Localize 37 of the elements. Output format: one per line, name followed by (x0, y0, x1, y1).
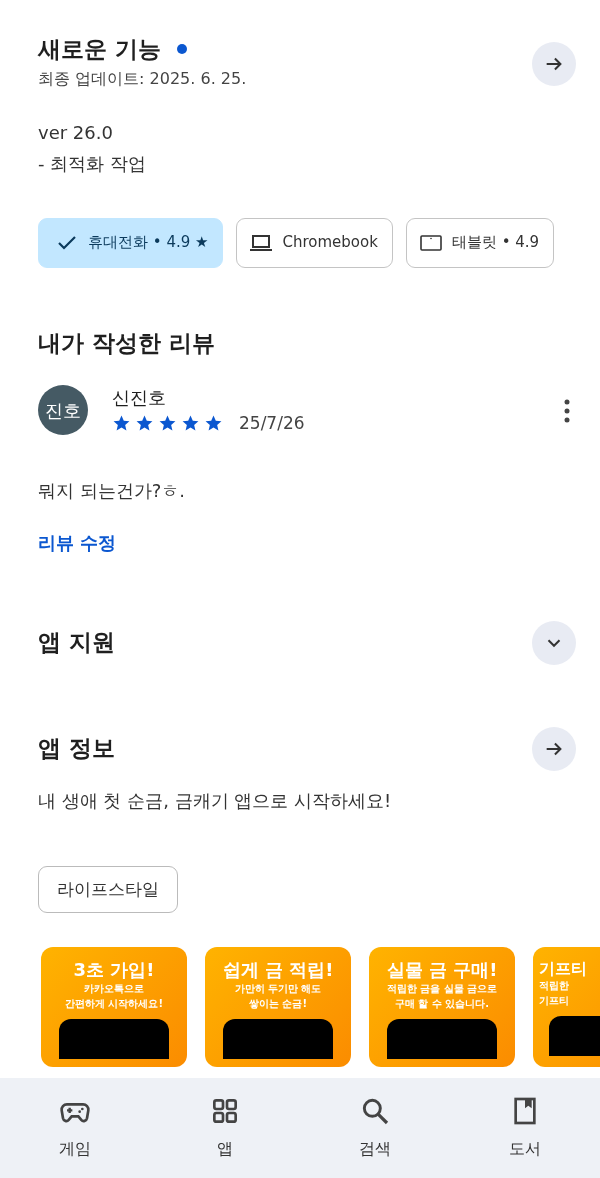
device-filter-chip[interactable]: Chromebook (236, 217, 393, 268)
nav-tab[interactable]: 게임 (30, 1094, 120, 1162)
section-title: 앱 지원 (38, 628, 115, 658)
section-title: 내가 작성한 리뷰 (38, 328, 216, 358)
screenshot-title: 실물 금 구매! (385, 959, 499, 981)
release-note-line: ver 26.0 (38, 120, 114, 145)
screenshot-caption: 기프티 (539, 994, 570, 1009)
nav-tab[interactable]: 검색 (330, 1094, 420, 1162)
reviewer-name: 신진호 (112, 386, 167, 410)
nav-tab[interactable]: 도서 (480, 1094, 570, 1162)
screenshot-caption: 쌓이는 순금! (247, 996, 308, 1011)
edit-review-link[interactable]: 리뷰 수정 (38, 528, 117, 556)
screenshot-title: 기프티 (539, 959, 588, 979)
screenshot-caption: 구매 할 수 있습니다. (393, 996, 491, 1011)
screenshot-title: 쉽게 금 적립! (221, 959, 335, 981)
section-title: 앱 정보 (38, 734, 115, 764)
screenshot-caption: 간편하게 시작하세요! (63, 996, 164, 1011)
screenshot-title: 3초 가입! (72, 959, 156, 981)
more-vertical-icon (564, 398, 570, 423)
more-options-button[interactable] (564, 398, 570, 423)
section-title: 새로운 기능 (38, 35, 161, 64)
update-date: 최종 업데이트: 2025. 6. 25. (38, 67, 247, 90)
screenshot-caption: 카카오톡으로 (83, 981, 145, 996)
review-text: 뭐지 되는건가?ㅎ. (38, 478, 186, 503)
app-description: 내 생애 첫 순금, 금캐기 앱으로 시작하세요! (38, 788, 393, 813)
arrow-button[interactable] (532, 42, 576, 86)
category-chip[interactable]: 라이프스타일 (38, 865, 178, 913)
nav-tab[interactable]: 앱 (180, 1094, 270, 1162)
device-filter-chip[interactable]: 휴대전화 • 4.9 ★ (38, 217, 224, 268)
device-filter-chip[interactable]: 태블릿 • 4.9 (405, 217, 555, 268)
release-note-line: - 최적화 작업 (38, 152, 147, 176)
screenshot-caption: 적립한 금을 실물 금으로 (385, 981, 499, 996)
screenshot-caption: 가만히 두기만 해도 (233, 981, 323, 996)
screenshot-caption: 적립한 (539, 979, 570, 994)
arrow-button[interactable] (532, 726, 576, 771)
avatar: 진호 (38, 385, 88, 436)
review-date: 25/7/26 (239, 412, 305, 435)
